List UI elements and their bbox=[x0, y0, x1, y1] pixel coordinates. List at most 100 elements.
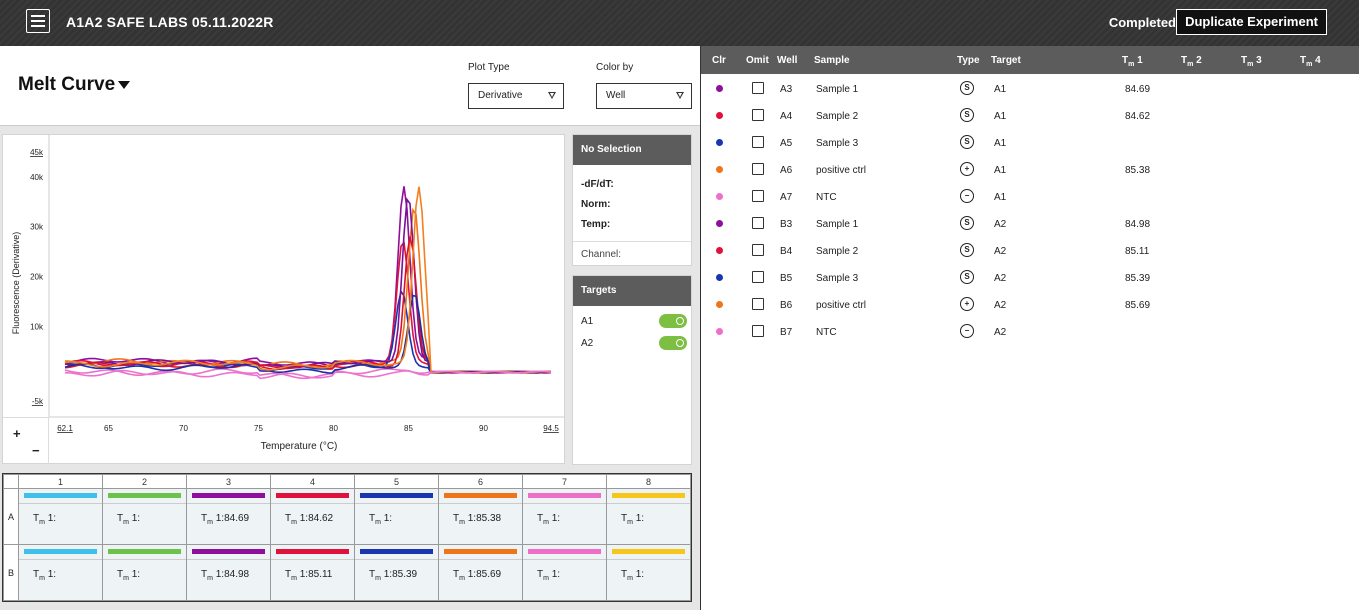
col-header-tm1[interactable]: Tm 1 bbox=[1122, 55, 1143, 68]
well-table-row[interactable]: A7 NTC − A1 bbox=[701, 183, 1359, 210]
divider bbox=[607, 559, 690, 560]
target-a2-toggle[interactable] bbox=[659, 336, 687, 350]
plot-type-select[interactable]: Derivative bbox=[468, 83, 564, 109]
col-header-omit[interactable]: Omit bbox=[746, 55, 769, 66]
plate-col-header[interactable]: 4 bbox=[270, 474, 355, 489]
plate-well-cell[interactable]: Tm 1: bbox=[18, 544, 103, 601]
selection-header: No Selection bbox=[573, 135, 691, 165]
plate-col-header[interactable]: 7 bbox=[522, 474, 607, 489]
melt-curve-series-a6[interactable] bbox=[64, 207, 552, 374]
omit-checkbox[interactable] bbox=[752, 163, 764, 175]
well-color-dot bbox=[716, 166, 723, 173]
plate-col-header[interactable]: 2 bbox=[102, 474, 187, 489]
melt-curve-series-a4[interactable] bbox=[64, 240, 551, 374]
well-table-row[interactable]: A4 Sample 2 S A1 84.62 bbox=[701, 102, 1359, 129]
well-color-dot bbox=[716, 85, 723, 92]
well-color-dot bbox=[716, 328, 723, 335]
melt-curve-series-a3[interactable] bbox=[64, 186, 552, 374]
plate-col-header[interactable]: 8 bbox=[606, 474, 691, 489]
col-header-sample[interactable]: Sample bbox=[814, 55, 850, 66]
well-table-row[interactable]: A6 positive ctrl + A1 85.38 bbox=[701, 156, 1359, 183]
color-by-value: Well bbox=[606, 90, 626, 101]
plate-well-cell[interactable]: Tm 1: bbox=[354, 488, 439, 545]
plate-well-cell[interactable]: Tm 1: bbox=[522, 488, 607, 545]
col-header-well[interactable]: Well bbox=[777, 55, 797, 66]
view-title[interactable]: Melt Curve bbox=[18, 74, 115, 96]
col-header-tm3[interactable]: Tm 3 bbox=[1241, 55, 1262, 68]
x-tick-label: 65 bbox=[104, 424, 113, 433]
col-header-tm2[interactable]: Tm 2 bbox=[1181, 55, 1202, 68]
omit-checkbox[interactable] bbox=[752, 136, 764, 148]
plate-well-cell[interactable]: Tm 1:85.39 bbox=[354, 544, 439, 601]
zoom-in-icon[interactable]: + bbox=[13, 426, 21, 441]
omit-checkbox[interactable] bbox=[752, 325, 764, 337]
col-header-clr[interactable]: Clr bbox=[712, 55, 726, 66]
plate-row-label[interactable]: B bbox=[3, 544, 19, 601]
zoom-out-icon[interactable]: − bbox=[32, 443, 40, 458]
x-tick-label: 85 bbox=[404, 424, 413, 433]
plate-well-cell[interactable]: Tm 1: bbox=[522, 544, 607, 601]
well-tm-value: 85.69 bbox=[476, 569, 502, 580]
plate-row-label[interactable]: A bbox=[3, 488, 19, 545]
melt-curve-series-b4[interactable] bbox=[64, 236, 552, 374]
plate-well-cell[interactable]: Tm 1:84.69 bbox=[186, 488, 271, 545]
hamburger-menu-icon[interactable] bbox=[26, 9, 50, 33]
well-tm-value: 85.38 bbox=[476, 513, 502, 524]
plate-well-cell[interactable]: Tm 1: bbox=[102, 488, 187, 545]
plate-col-header[interactable]: 6 bbox=[438, 474, 523, 489]
target-label: A2 bbox=[581, 338, 594, 349]
well-table-row[interactable]: A5 Sample 3 S A1 bbox=[701, 129, 1359, 156]
plate-col-header[interactable]: 1 bbox=[18, 474, 103, 489]
well-table-row[interactable]: B3 Sample 1 S A2 84.98 bbox=[701, 210, 1359, 237]
view-dropdown-caret-icon[interactable] bbox=[118, 81, 130, 89]
omit-checkbox[interactable] bbox=[752, 244, 764, 256]
plate-well-cell[interactable]: Tm 1: bbox=[606, 488, 691, 545]
plate-col-header[interactable]: 3 bbox=[186, 474, 271, 489]
target-name: A1 bbox=[994, 111, 1007, 122]
col-header-tm4[interactable]: Tm 4 bbox=[1300, 55, 1321, 68]
plate-well-cell[interactable]: Tm 1: bbox=[102, 544, 187, 601]
sample-name: NTC bbox=[816, 327, 837, 338]
melt-curve-series-b6[interactable] bbox=[64, 186, 552, 374]
plate-corner bbox=[3, 474, 19, 489]
sample-type-icon: S bbox=[960, 216, 974, 230]
well-color-bar bbox=[444, 549, 517, 554]
well-color-bar bbox=[24, 549, 97, 554]
plate-well-cell[interactable]: Tm 1:85.38 bbox=[438, 488, 523, 545]
duplicate-experiment-button[interactable]: Duplicate Experiment bbox=[1176, 9, 1327, 35]
plate-well-cell[interactable]: Tm 1:84.62 bbox=[270, 488, 355, 545]
chart-canvas[interactable]: -5k10k20k30k40k45k 62.1 65 70 75 80 85 90 94.5 … bbox=[3, 135, 564, 463]
melt-curve-chart[interactable]: -5k 10k 20k 30k 40k 45k 62.1 65 70 75 80 85 90 94.5 … bbox=[2, 134, 565, 464]
well-table-row[interactable]: A3 Sample 1 S A1 84.69 bbox=[701, 75, 1359, 102]
well-table-row[interactable]: B6 positive ctrl + A2 85.69 bbox=[701, 291, 1359, 318]
omit-checkbox[interactable] bbox=[752, 271, 764, 283]
plate-well-cell[interactable]: Tm 1:85.11 bbox=[270, 544, 355, 601]
omit-checkbox[interactable] bbox=[752, 82, 764, 94]
col-header-target[interactable]: Target bbox=[991, 55, 1021, 66]
color-by-select[interactable]: Well bbox=[596, 83, 692, 109]
plate-well-cell[interactable]: Tm 1: bbox=[18, 488, 103, 545]
sample-type-icon: S bbox=[960, 270, 974, 284]
col-header-type[interactable]: Type bbox=[957, 55, 980, 66]
divider bbox=[271, 503, 354, 504]
omit-checkbox[interactable] bbox=[752, 190, 764, 202]
plate-well-cell[interactable]: Tm 1:85.69 bbox=[438, 544, 523, 601]
melt-curve-series-b3[interactable] bbox=[64, 197, 552, 374]
sample-type-icon: + bbox=[960, 297, 974, 311]
well-id: B4 bbox=[780, 246, 793, 257]
plate-well-cell[interactable]: Tm 1: bbox=[606, 544, 691, 601]
well-table-row[interactable]: B4 Sample 2 S A2 85.11 bbox=[701, 237, 1359, 264]
divider bbox=[271, 559, 354, 560]
omit-checkbox[interactable] bbox=[752, 298, 764, 310]
target-a1-toggle[interactable] bbox=[659, 314, 687, 328]
well-color-dot bbox=[716, 112, 723, 119]
plate-well-cell[interactable]: Tm 1:84.98 bbox=[186, 544, 271, 601]
melt-curve-series-a5[interactable] bbox=[64, 289, 552, 374]
selection-card: No Selection -dF/dT: Norm: Temp: Channel… bbox=[572, 134, 692, 266]
well-color-bar bbox=[108, 493, 181, 498]
well-table-row[interactable]: B5 Sample 3 S A2 85.39 bbox=[701, 264, 1359, 291]
omit-checkbox[interactable] bbox=[752, 109, 764, 121]
plate-col-header[interactable]: 5 bbox=[354, 474, 439, 489]
omit-checkbox[interactable] bbox=[752, 217, 764, 229]
well-table-row[interactable]: B7 NTC − A2 bbox=[701, 318, 1359, 345]
